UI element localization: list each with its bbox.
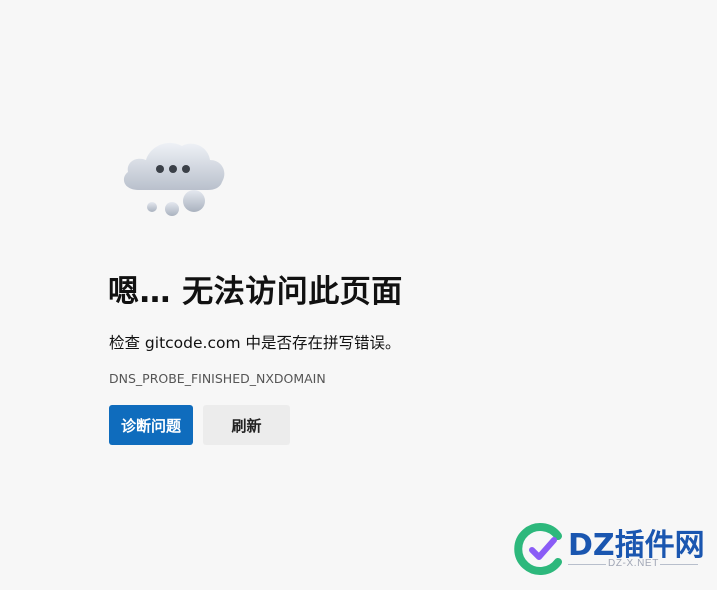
watermark: DZ插件网 DZ-X.NET [514, 518, 714, 580]
error-code: DNS_PROBE_FINISHED_NXDOMAIN [109, 371, 326, 386]
refresh-button[interactable]: 刷新 [203, 405, 290, 445]
cloud-dot-2 [169, 165, 177, 173]
cloud-dot-3 [182, 165, 190, 173]
page-title: 嗯… 无法访问此页面 [108, 274, 403, 310]
diagnose-button[interactable]: 诊断问题 [109, 405, 193, 445]
cloud-error-icon [118, 134, 230, 220]
watermark-subtext: DZ-X.NET [608, 558, 659, 569]
dz-logo-icon [514, 523, 562, 575]
cloud-dot-1 [156, 165, 164, 173]
error-description: 检查 gitcode.com 中是否存在拼写错误。 [109, 334, 401, 352]
